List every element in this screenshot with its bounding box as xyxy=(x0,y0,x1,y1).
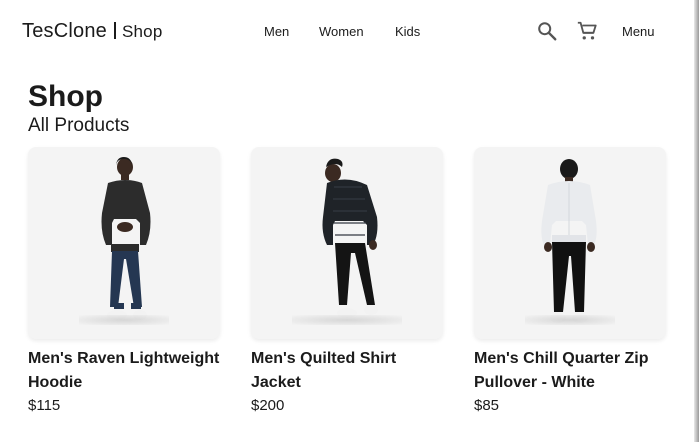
search-button[interactable] xyxy=(536,20,558,42)
menu-button[interactable]: Menu xyxy=(622,24,655,39)
product-price: $115 xyxy=(28,397,61,414)
product-image[interactable] xyxy=(474,147,666,339)
model-figure xyxy=(541,159,597,323)
brand-subtitle: Shop xyxy=(121,22,163,41)
brand-divider xyxy=(113,22,116,39)
window-edge xyxy=(694,0,699,442)
nav-link-men[interactable]: Men xyxy=(264,24,289,39)
model-figure xyxy=(322,158,378,318)
product-card[interactable]: Men's Raven Lightweight Hoodie $115 xyxy=(28,147,220,414)
product-price: $200 xyxy=(251,397,285,414)
brand-name: TesClone xyxy=(22,20,107,42)
ground-shadow xyxy=(525,315,615,325)
page-title: Shop xyxy=(28,80,103,113)
brand-logo[interactable]: TesClone Shop xyxy=(22,20,163,43)
product-image[interactable] xyxy=(251,147,443,339)
product-card[interactable]: Men's Quilted Shirt Jacket $200 xyxy=(251,147,443,414)
search-icon xyxy=(538,22,557,41)
cart-button[interactable] xyxy=(576,20,598,42)
shopping-cart-icon xyxy=(577,21,597,40)
nav-link-kids[interactable]: Kids xyxy=(395,24,420,39)
nav-link-women[interactable]: Women xyxy=(319,24,364,39)
site-header: TesClone Shop Men Women Kids Menu xyxy=(0,0,694,62)
ground-shadow xyxy=(79,315,169,325)
ground-shadow xyxy=(292,315,402,325)
product-image[interactable] xyxy=(28,147,220,339)
product-name[interactable]: Men's Quilted Shirt Jacket xyxy=(251,347,443,395)
product-name[interactable]: Men's Chill Quarter Zip Pullover - White xyxy=(474,347,666,395)
page-subtitle: All Products xyxy=(28,115,130,136)
model-figure xyxy=(101,157,151,320)
product-name[interactable]: Men's Raven Lightweight Hoodie xyxy=(28,347,220,395)
product-price: $85 xyxy=(474,397,500,414)
product-card[interactable]: Men's Chill Quarter Zip Pullover - White… xyxy=(474,147,666,414)
